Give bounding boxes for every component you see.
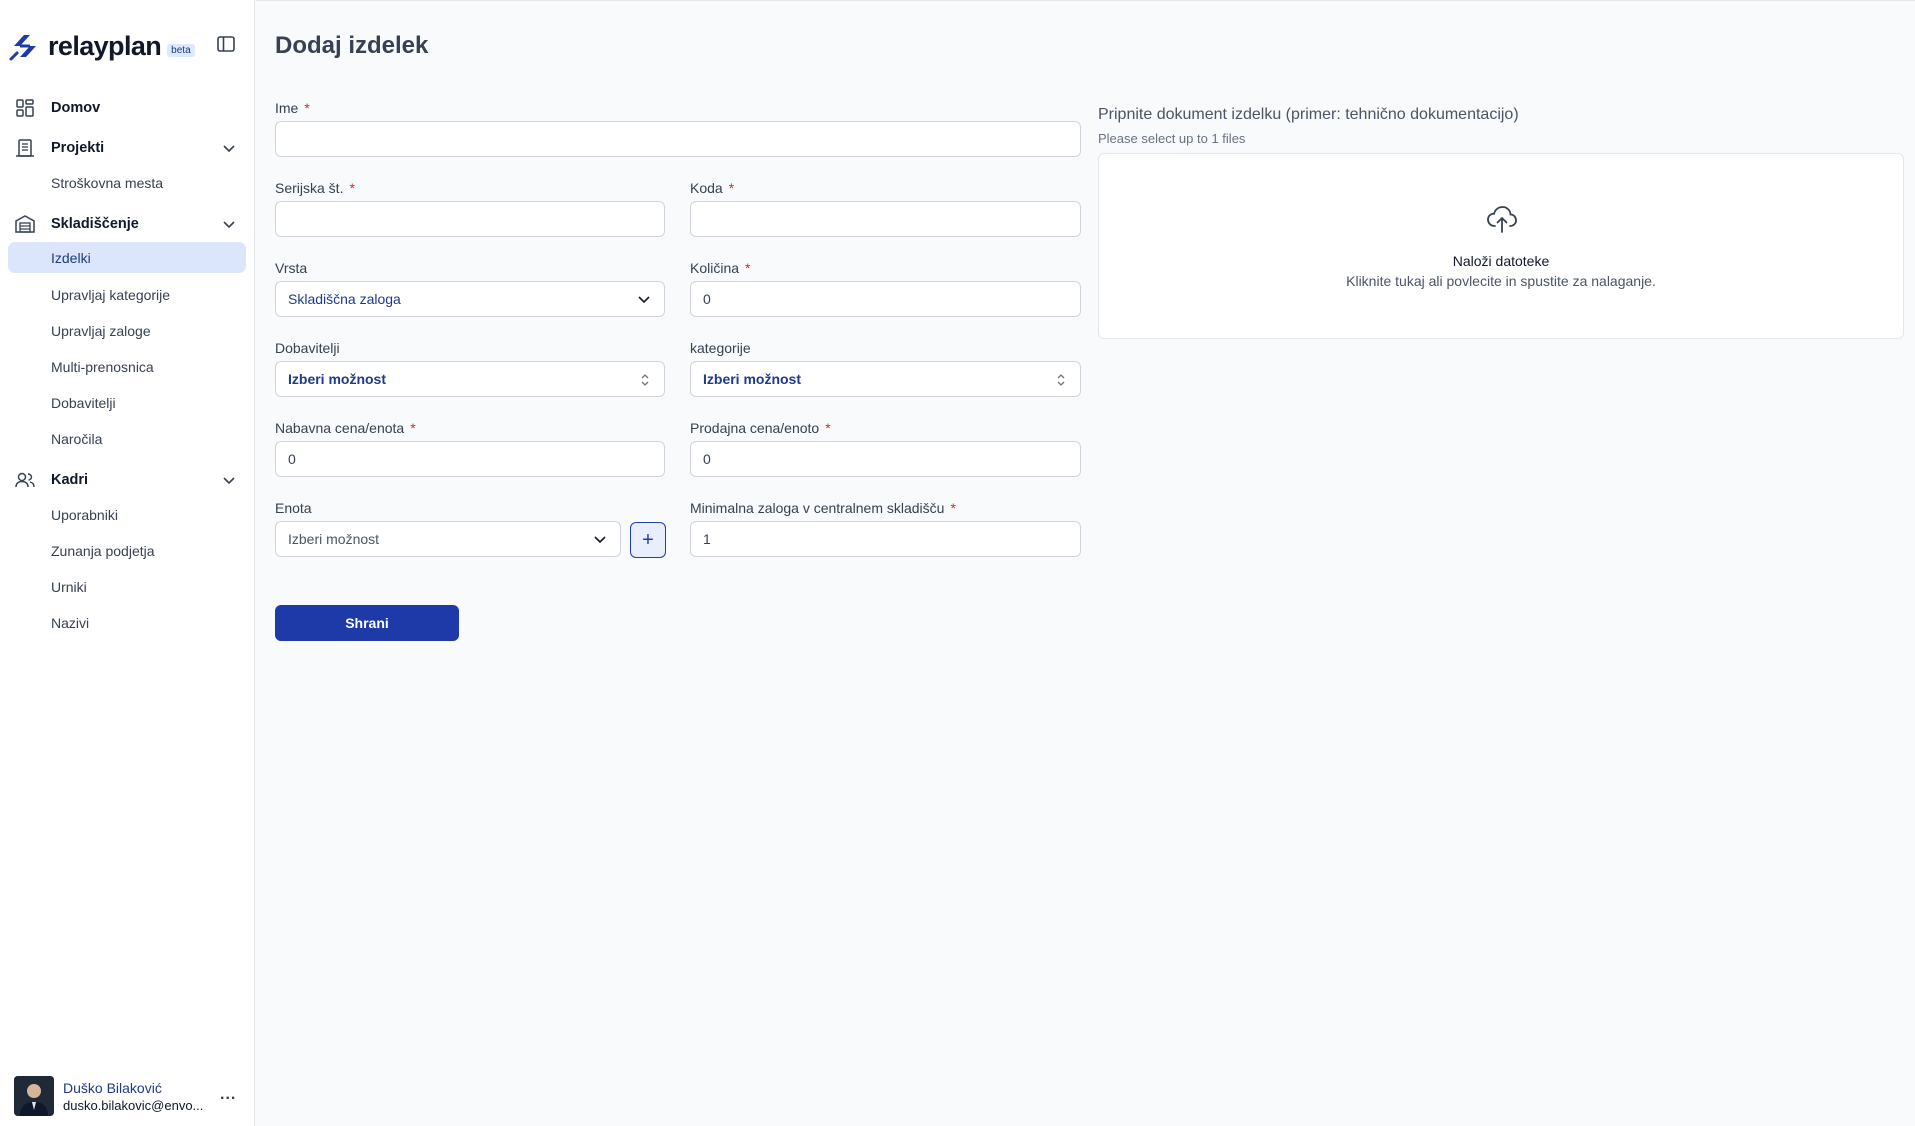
enota-label: Enota [275, 500, 312, 516]
kategorije-label: kategorije [690, 340, 751, 356]
chevron-down-icon[interactable] [220, 471, 238, 489]
sidebar-item-skladiscenje[interactable]: Skladiščenje [8, 208, 246, 240]
sidebar-item-narocila[interactable]: Naročila [8, 423, 246, 454]
sidebar-subitem-label: Uporabniki [51, 506, 118, 523]
sidebar-item-projekti[interactable]: Projekti [8, 132, 246, 164]
sidebar-subitem-label: Stroškovna mesta [51, 174, 164, 191]
dropzone-title: Naloži datoteke [1452, 253, 1550, 269]
sidebar-toggle-icon[interactable] [216, 34, 236, 54]
sidebar-item-label: Kadri [51, 472, 89, 488]
required-mark: * [728, 180, 735, 196]
sidebar-item-label: Domov [51, 100, 101, 116]
kolicina-label: Količina * [690, 260, 751, 276]
minimalna-label: Minimalna zaloga v centralnem skladišču * [690, 500, 956, 516]
vrsta-value: Skladiščna zaloga [288, 291, 401, 307]
required-mark: * [349, 180, 355, 196]
sidebar-subitem-label: Multi-prenosnica [51, 358, 154, 375]
relayplan-logo-icon [9, 35, 36, 61]
attachment-hint: Please select up to 1 files [1098, 131, 1246, 146]
required-mark: * [745, 260, 751, 276]
sidebar-item-izdelki[interactable]: Izdelki [8, 242, 246, 273]
sidebar-item-zunanja-podjetja[interactable]: Zunanja podjetja [8, 535, 246, 566]
sidebar-item-label: Skladiščenje [51, 216, 139, 232]
vrsta-select[interactable]: Skladiščna zaloga [275, 281, 665, 317]
koda-label: Koda * [690, 180, 735, 196]
dobavitelji-select[interactable]: Izberi možnost [275, 361, 665, 397]
chevron-down-icon [594, 536, 606, 544]
building-icon [16, 139, 34, 157]
page-title: Dodaj izdelek [275, 32, 429, 59]
chevron-up-down-icon [641, 374, 649, 386]
sidebar-subitem-label: Nazivi [51, 614, 90, 631]
sidebar-item-domov[interactable]: Domov [8, 92, 246, 124]
sidebar-subitem-label: Naročila [51, 430, 103, 447]
chevron-up-down-icon [1057, 374, 1065, 386]
sidebar-item-label: Projekti [51, 140, 105, 156]
sidebar-subitem-label: Zunanja podjetja [51, 542, 155, 559]
sidebar-item-upravljaj-zaloge[interactable]: Upravljaj zaloge [8, 315, 246, 346]
kategorije-select[interactable]: Izberi možnost [690, 361, 1081, 397]
sidebar-subitem-label: Urniki [51, 578, 87, 595]
user-email: dusko.bilakovic@envo... [63, 1098, 204, 1113]
sidebar: relayplan beta Domov Projekti Stroškovna… [0, 0, 255, 1126]
sidebar-item-kadri[interactable]: Kadri [8, 464, 246, 496]
sidebar-subitem-label: Dobavitelji [51, 394, 116, 411]
cloud-upload-icon [1487, 206, 1517, 233]
sidebar-item-nazivi[interactable]: Nazivi [8, 607, 246, 638]
prodajna-input[interactable]: 0 [690, 441, 1081, 477]
avatar [14, 1076, 54, 1116]
nabavna-input[interactable]: 0 [275, 441, 665, 477]
serijska-label: Serijska št. * [275, 180, 355, 196]
sidebar-item-multi-prenosnica[interactable]: Multi-prenosnica [8, 351, 246, 382]
kategorije-value: Izberi možnost [703, 371, 802, 387]
enota-select[interactable]: Izberi možnost [275, 521, 621, 557]
serijska-input[interactable] [275, 201, 665, 237]
top-divider [256, 0, 1915, 1]
sidebar-item-urniki[interactable]: Urniki [8, 571, 246, 602]
warehouse-icon [15, 215, 35, 233]
vrsta-label: Vrsta [275, 260, 308, 276]
ime-input[interactable] [275, 121, 1081, 157]
sidebar-subitem-label: Upravljaj kategorije [51, 286, 171, 303]
sidebar-subitem-label: Izdelki [51, 249, 91, 266]
chevron-down-icon [638, 296, 650, 304]
minimalna-input[interactable]: 1 [690, 521, 1081, 557]
sidebar-item-dobavitelji[interactable]: Dobavitelji [8, 387, 246, 418]
ime-label: Ime * [275, 100, 310, 116]
required-mark: * [304, 100, 310, 116]
dropzone-subtitle: Kliknite tukaj ali povlecite in spustite… [1346, 273, 1656, 289]
enota-value: Izberi možnost [288, 531, 380, 547]
brand[interactable]: relayplan beta [8, 28, 195, 64]
chevron-down-icon[interactable] [220, 215, 238, 233]
required-mark: * [825, 420, 831, 436]
save-button[interactable]: Shrani [275, 605, 459, 641]
dobavitelji-label: Dobavitelji [275, 340, 340, 356]
brand-name: relayplan [48, 30, 162, 61]
sidebar-item-upravljaj-kategorije[interactable]: Upravljaj kategorije [8, 279, 246, 310]
nabavna-label: Nabavna cena/enota * [275, 420, 416, 436]
kolicina-input[interactable]: 0 [690, 281, 1081, 317]
avatar-image [14, 1076, 54, 1116]
required-mark: * [410, 420, 416, 436]
dobavitelji-value: Izberi možnost [288, 371, 387, 387]
add-unit-button[interactable]: + [630, 522, 666, 558]
sidebar-subitem-label: Upravljaj zaloge [51, 322, 151, 339]
file-dropzone[interactable]: Naloži datoteke Kliknite tukaj ali povle… [1098, 153, 1904, 339]
user-profile[interactable]: Duško Bilaković dusko.bilakovic@envo... … [14, 1076, 242, 1116]
chevron-down-icon[interactable] [220, 139, 238, 157]
sidebar-item-stroskovna-mesta[interactable]: Stroškovna mesta [8, 167, 246, 198]
koda-input[interactable] [690, 201, 1081, 237]
prodajna-label: Prodajna cena/enoto * [690, 420, 831, 436]
dashboard-icon [16, 99, 34, 117]
attachment-label: Pripnite dokument izdelku (primer: tehni… [1098, 106, 1519, 123]
sidebar-item-uporabniki[interactable]: Uporabniki [8, 499, 246, 530]
required-mark: * [950, 500, 956, 516]
users-icon [15, 472, 35, 488]
more-options-icon[interactable]: ... [220, 1086, 236, 1104]
user-name: Duško Bilaković [63, 1080, 162, 1096]
beta-badge: beta [167, 43, 195, 57]
